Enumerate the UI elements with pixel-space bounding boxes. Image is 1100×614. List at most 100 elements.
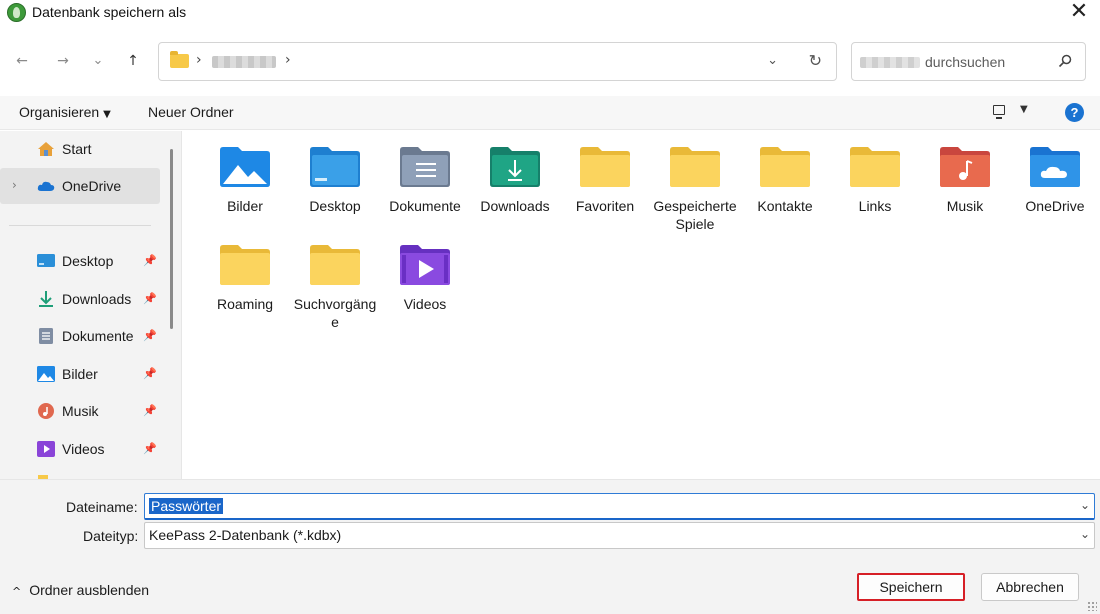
- new-folder-button[interactable]: Neuer Ordner: [148, 104, 234, 120]
- sidebar-item-videos[interactable]: Videos 📌: [0, 431, 160, 467]
- folder-tile-dokumente[interactable]: Dokumente: [382, 131, 468, 221]
- chevron-down-icon: ▼: [103, 109, 111, 120]
- pin-icon[interactable]: 📌: [143, 329, 157, 342]
- videos-icon: [37, 441, 55, 457]
- folder-label: Musik: [946, 198, 984, 214]
- cancel-button[interactable]: Abbrechen: [981, 573, 1079, 601]
- sidebar-item-label: Videos: [62, 441, 105, 457]
- sidebar-item-label: Start: [62, 141, 92, 157]
- folder-tile-videos[interactable]: Videos: [382, 229, 468, 319]
- folder-icon: [170, 51, 189, 68]
- sidebar-item-label: Dokumente: [62, 328, 134, 344]
- resize-grip[interactable]: [1087, 601, 1097, 611]
- search-placeholder: durchsuchen: [925, 54, 1006, 70]
- sidebar-item-label: OneDrive: [62, 178, 122, 194]
- breadcrumb-path-redacted[interactable]: [212, 56, 276, 68]
- folder-label: Dokumente: [389, 198, 461, 214]
- close-icon[interactable]: ✕: [1068, 0, 1090, 24]
- search-icon[interactable]: [1058, 54, 1072, 68]
- sidebar-item-onedrive[interactable]: › OneDrive: [0, 168, 160, 204]
- sidebar-item-pictures[interactable]: Bilder 📌: [0, 356, 160, 392]
- folder-tile-bilder[interactable]: Bilder: [202, 131, 288, 221]
- folder-tile-links[interactable]: Links: [832, 131, 918, 221]
- folder-label: Kontakte: [757, 198, 813, 214]
- desktop-folder-icon: [310, 147, 360, 187]
- folder-tile-downloads[interactable]: Downloads: [472, 131, 558, 221]
- command-bar: Organisieren ▼ Neuer Ordner ▼ ?: [0, 96, 1100, 130]
- filename-value[interactable]: Passwörter: [149, 498, 224, 514]
- filename-label: Dateiname:: [66, 499, 138, 515]
- folder-icon: [670, 147, 720, 187]
- folder-tile-gespeicherte-spiele[interactable]: Gespeicherte Spiele: [652, 131, 738, 232]
- sidebar-item-music[interactable]: Musik 📌: [0, 393, 160, 429]
- refresh-icon[interactable]: ↻: [809, 51, 822, 70]
- folder-tile-favoriten[interactable]: Favoriten: [562, 131, 648, 221]
- folder-label: OneDrive: [1025, 198, 1085, 214]
- filetype-label: Dateityp:: [83, 528, 139, 544]
- sidebar-scrollbar[interactable]: [170, 149, 173, 329]
- expand-chevron-icon[interactable]: ›: [12, 178, 17, 192]
- pictures-folder-icon: [220, 147, 270, 187]
- documents-folder-icon: [400, 147, 450, 187]
- chevron-down-icon[interactable]: ⌄: [1080, 527, 1090, 541]
- folder-icon: [850, 147, 900, 187]
- title-bar: Datenbank speichern als ✕: [0, 0, 1100, 26]
- save-button[interactable]: Speichern: [857, 573, 965, 601]
- search-input[interactable]: durchsuchen: [851, 42, 1086, 81]
- file-list: Bilder Desktop Dokumente Downloads Favor…: [181, 131, 1100, 479]
- hide-folders-button[interactable]: ^ Ordner ausblenden: [12, 582, 149, 598]
- organize-label: Organisieren: [19, 104, 100, 120]
- folder-tile-kontakte[interactable]: Kontakte: [742, 131, 828, 221]
- pin-icon[interactable]: 📌: [143, 254, 157, 267]
- chevron-down-icon[interactable]: ⌄: [1080, 498, 1090, 512]
- up-arrow-icon[interactable]: ↑: [120, 48, 146, 74]
- sidebar-item-downloads[interactable]: Downloads 📌: [0, 281, 160, 317]
- folder-icon: [760, 147, 810, 187]
- organize-menu-button[interactable]: Organisieren ▼: [19, 104, 111, 120]
- music-folder-icon: [940, 147, 990, 187]
- folder-icon: [220, 245, 270, 285]
- folder-icon: [580, 147, 630, 187]
- chevron-up-icon: ^: [12, 585, 22, 598]
- folder-tile-musik[interactable]: Musik: [922, 131, 1008, 221]
- keepass-app-icon: [7, 3, 26, 22]
- desktop-icon: [37, 254, 55, 267]
- filename-field[interactable]: Passwörter ⌄: [144, 493, 1095, 520]
- folder-label: Roaming: [216, 296, 274, 312]
- pin-icon[interactable]: 📌: [143, 442, 157, 455]
- help-icon[interactable]: ?: [1065, 103, 1084, 122]
- folder-label: Videos: [403, 296, 447, 312]
- pin-icon[interactable]: 📌: [143, 404, 157, 417]
- hide-folders-label: Ordner ausblenden: [29, 582, 150, 598]
- chevron-down-icon: ▼: [1020, 104, 1028, 115]
- back-arrow-icon[interactable]: ←: [9, 48, 35, 74]
- pin-icon[interactable]: 📌: [143, 292, 157, 305]
- pin-icon[interactable]: 📌: [143, 367, 157, 380]
- sidebar-item-start[interactable]: Start: [0, 131, 160, 167]
- filetype-select[interactable]: KeePass 2-Datenbank (*.kdbx) ⌄: [144, 522, 1095, 549]
- folder-tile-roaming[interactable]: Roaming: [202, 229, 288, 319]
- sidebar-item-documents[interactable]: Dokumente 📌: [0, 318, 160, 354]
- videos-folder-icon: [400, 245, 450, 285]
- address-bar[interactable]: › › ⌄ ↻: [158, 42, 837, 81]
- view-monitor-icon: [993, 105, 1005, 119]
- folder-tile-onedrive[interactable]: OneDrive: [1012, 131, 1098, 221]
- sidebar-item-label: Musik: [62, 403, 99, 419]
- navigation-bar: ← → ⌄ ↑ › › ⌄ ↻ durchsuchen: [0, 26, 1100, 96]
- folder-tile-suchvorgaenge[interactable]: Suchvorgänge: [292, 229, 378, 330]
- sidebar-item-label: Desktop: [62, 253, 114, 269]
- download-icon: [39, 291, 53, 307]
- onedrive-folder-icon: [1030, 147, 1080, 187]
- folder-tile-desktop[interactable]: Desktop: [292, 131, 378, 221]
- breadcrumb-separator-icon[interactable]: ›: [285, 52, 291, 68]
- folder-label: Suchvorgänge: [293, 296, 377, 330]
- sidebar-item-desktop[interactable]: Desktop 📌: [0, 243, 160, 279]
- breadcrumb-separator-icon[interactable]: ›: [196, 52, 202, 68]
- music-icon: [38, 403, 54, 419]
- pictures-icon: [37, 366, 55, 382]
- forward-arrow-icon[interactable]: →: [50, 48, 76, 74]
- folder-label: Links: [858, 198, 892, 214]
- address-dropdown-icon[interactable]: ⌄: [767, 53, 778, 68]
- recent-locations-chevron-icon[interactable]: ⌄: [85, 48, 111, 74]
- view-options-button[interactable]: ▼: [993, 104, 1035, 122]
